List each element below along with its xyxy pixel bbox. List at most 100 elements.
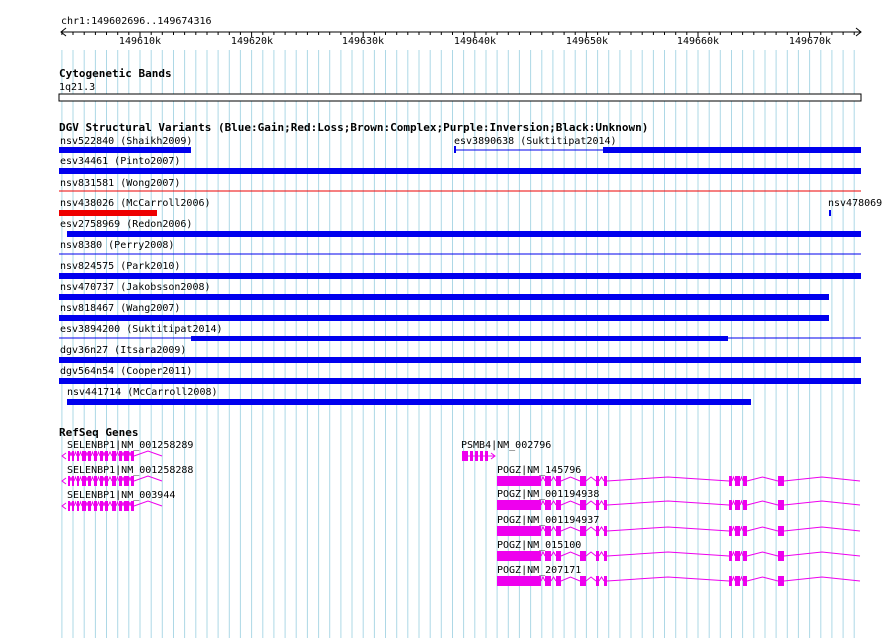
dgv-variant[interactable]: nsv441714 (McCarroll2008) [67, 387, 751, 405]
intron-line [585, 500, 597, 506]
gene-model[interactable]: POGZ|NM_015100 [497, 540, 861, 561]
intron-line [69, 451, 73, 457]
gene-structure[interactable] [61, 475, 163, 486]
exon [68, 451, 70, 461]
variant-bar-gain[interactable] [603, 147, 861, 153]
variant-bar-loss[interactable] [59, 210, 157, 216]
gene-structure[interactable] [462, 451, 496, 461]
variant-label: esv34461 (Pinto2007) [60, 156, 180, 167]
gene-structure[interactable] [497, 575, 861, 586]
intron-line [606, 476, 730, 482]
dgv-variant[interactable]: esv34461 (Pinto2007) [59, 156, 861, 174]
variant-bar-gain[interactable] [59, 168, 861, 174]
dgv-variant[interactable]: nsv824575 (Park2010) [59, 261, 861, 279]
dgv-track[interactable]: DGV Structural Variants (Blue:Gain;Red:L… [59, 121, 882, 405]
cytoband-track[interactable]: Cytogenetic Bands 1q21.3 [58, 67, 862, 102]
exon [105, 501, 108, 511]
genome-browser-canvas[interactable]: chr1:149602696..149674316 149610k 149620… [0, 0, 890, 638]
gene-structure[interactable] [497, 499, 861, 510]
dgv-variant[interactable]: nsv522840 (Shaikh2009) [59, 136, 192, 153]
exon [545, 500, 551, 510]
intron-line [121, 476, 125, 482]
dgv-variant[interactable]: nsv438026 (McCarroll2006) [59, 198, 211, 216]
exon [88, 501, 91, 511]
exon [778, 526, 784, 536]
variant-label: nsv831581 (Wong2007) [60, 178, 180, 189]
variant-bar-gain[interactable] [59, 378, 861, 384]
gene-structure[interactable] [497, 550, 861, 561]
gene-model[interactable]: POGZ|NM_001194937 [497, 515, 861, 536]
intron-line [550, 500, 557, 506]
exon [72, 476, 74, 486]
dgv-variant[interactable]: dgv564n54 (Cooper2011) [59, 366, 861, 384]
variant-bar-gain[interactable] [59, 147, 191, 153]
ruler-tick-label: 149640k [454, 36, 496, 47]
intron-line [96, 475, 101, 482]
intron-line [102, 451, 106, 457]
exon [119, 476, 122, 486]
gene-model[interactable]: POGZ|NM_145796 [497, 465, 861, 486]
exon [112, 476, 116, 486]
exon [735, 526, 740, 536]
exon [497, 500, 541, 510]
dgv-variant[interactable]: esv3890638 (Suktitipat2014) [454, 136, 861, 153]
dgv-variant[interactable]: esv3894200 (Suktitipat2014) [59, 324, 861, 341]
variant-label: nsv522840 (Shaikh2009) [60, 136, 192, 147]
variant-bar-gain[interactable] [67, 231, 861, 237]
intron-line [731, 525, 736, 532]
variant-bar-gain[interactable] [59, 357, 861, 363]
exon [470, 451, 473, 461]
variant-bar-gain[interactable] [454, 146, 456, 153]
dgv-variant[interactable]: nsv8380 (Perry2008) [59, 240, 861, 255]
cytoband-band[interactable] [58, 93, 862, 102]
dgv-variant[interactable]: nsv818467 (Wang2007) [59, 303, 829, 321]
variant-label: nsv438026 (McCarroll2006) [60, 198, 211, 209]
dgv-variant[interactable]: nsv831581 (Wong2007) [59, 178, 861, 192]
gene-model[interactable]: SELENBP1|NM_003944 [61, 490, 175, 511]
gene-structure[interactable] [497, 525, 861, 536]
intron-line [746, 500, 779, 506]
variant-bar-gain[interactable] [59, 273, 861, 279]
gene-structure[interactable] [497, 475, 861, 486]
exon [131, 451, 134, 461]
ruler-track[interactable]: chr1:149602696..149674316 149610k 149620… [60, 16, 862, 47]
exon [743, 500, 747, 510]
intron-line [606, 500, 730, 506]
variant-label: dgv564n54 (Cooper2011) [60, 366, 192, 377]
variant-bar-gain[interactable] [67, 399, 751, 405]
variant-bar-gain[interactable] [829, 210, 831, 216]
ruler-tick-label: 149630k [342, 36, 384, 47]
intron-line [746, 551, 779, 557]
gene-model[interactable]: POGZ|NM_207171 [497, 565, 861, 586]
dgv-variant[interactable]: esv2758969 (Redon2006) [60, 219, 861, 237]
intron-line [585, 576, 597, 582]
exon [112, 501, 116, 511]
dgv-variant[interactable]: nsv470737 (Jakobsson2008) [59, 282, 829, 300]
gene-structure[interactable] [61, 500, 163, 511]
intron-line [585, 551, 597, 557]
exon [729, 500, 732, 510]
intron-line [133, 500, 163, 507]
gene-model[interactable]: POGZ|NM_001194938 [497, 489, 861, 510]
variant-bar-gain[interactable] [59, 294, 829, 300]
ruler-tick-label: 149620k [231, 36, 273, 47]
exon [743, 526, 747, 536]
dgv-track-title: DGV Structural Variants (Blue:Gain;Red:L… [59, 121, 648, 134]
intron-line [550, 526, 557, 532]
intron-line [731, 475, 736, 482]
variant-label: dgv36n27 (Itsara2009) [60, 345, 186, 356]
intron-line [550, 551, 557, 557]
exon [119, 451, 122, 461]
intron-line [550, 576, 557, 582]
cytoband-band-label: 1q21.3 [59, 82, 95, 93]
refseq-track[interactable]: RefSeq Genes SELENBP1|NM_001258289 SELEN… [59, 426, 861, 586]
dgv-variant[interactable]: nsv478069 [828, 198, 882, 216]
gene-structure[interactable] [61, 450, 163, 461]
intron-line [550, 476, 557, 482]
exon [77, 476, 79, 486]
variant-bar-gain[interactable] [59, 315, 829, 321]
variant-bar-gain[interactable] [191, 336, 728, 341]
dgv-variant[interactable]: dgv36n27 (Itsara2009) [59, 345, 861, 363]
ruler-tick-label: 149610k [119, 36, 161, 47]
exon [596, 551, 599, 561]
